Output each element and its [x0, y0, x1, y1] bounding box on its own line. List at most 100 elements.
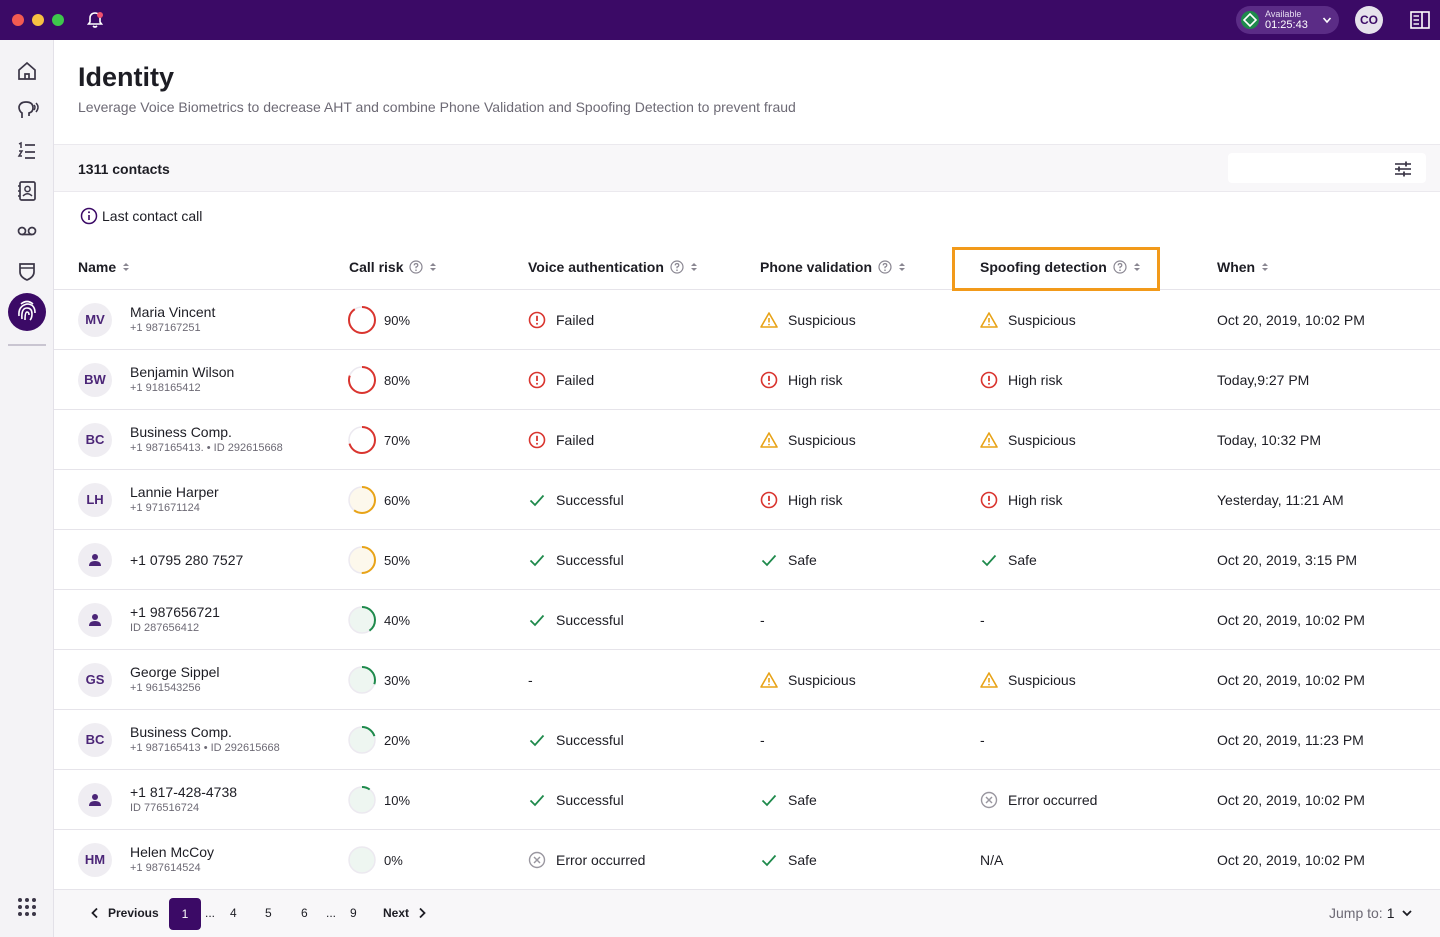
contact-name[interactable]: Business Comp.	[130, 424, 232, 440]
page-button-9[interactable]: 9	[350, 906, 357, 920]
contact-time: Oct 20, 2019, 3:15 PM	[1217, 552, 1358, 568]
shield-icon	[19, 263, 35, 281]
table-row[interactable]: HM Helen McCoy +1 987614524 0% Error occurre…	[54, 830, 1440, 890]
column-header-call-risk[interactable]: Call risk	[349, 259, 437, 275]
column-header-phone-validation[interactable]: Phone validation	[760, 259, 906, 275]
table-row[interactable]: MV Maria Vincent +1 987167251 90% Failed Susp…	[54, 290, 1440, 350]
table-row[interactable]: +1 0795 280 7527 50% Successful Safe Safe Oct…	[54, 530, 1440, 590]
table-row[interactable]: GS George Sippel +1 961543256 30% - Suspiciou…	[54, 650, 1440, 710]
help-icon[interactable]	[409, 260, 424, 274]
failed-icon	[528, 311, 546, 329]
column-header-name[interactable]: Name	[78, 259, 130, 275]
avatar: BC	[78, 723, 112, 757]
sidebar-item-home[interactable]	[12, 56, 42, 86]
call-risk-value: 40%	[384, 613, 411, 628]
status-text: High risk	[788, 372, 843, 388]
table-row[interactable]: +1 817-428-4738 ID 776516724 10% Successful…	[54, 770, 1440, 830]
sidebar-item-contacts[interactable]	[12, 176, 42, 206]
window-minimize-button[interactable]	[32, 14, 44, 26]
status-text: Error occurred	[556, 852, 646, 868]
call-risk-gauge	[348, 366, 376, 394]
contact-name[interactable]: Benjamin Wilson	[130, 364, 234, 380]
help-icon[interactable]	[878, 260, 892, 274]
contact-name[interactable]: +1 817-428-4738	[130, 784, 237, 800]
previous-label: Previous	[108, 906, 159, 920]
side-panel-icon[interactable]	[1410, 11, 1430, 29]
status-text: Failed	[556, 312, 595, 328]
table-row[interactable]: BW Benjamin Wilson +1 918165412 80% Failed Hi…	[54, 350, 1440, 410]
status-text: Successful	[556, 612, 624, 628]
high-risk-icon	[980, 491, 998, 509]
top-bar: Available 01:25:43 CO	[0, 0, 1440, 40]
check-icon	[760, 551, 778, 569]
user-avatar[interactable]: CO	[1355, 6, 1383, 34]
jump-to-select[interactable]: Jump to: 1	[1329, 905, 1413, 921]
contact-name[interactable]: Business Comp.	[130, 724, 232, 740]
avatar: BC	[78, 423, 112, 457]
window-maximize-button[interactable]	[52, 14, 64, 26]
notification-bell-icon[interactable]	[85, 10, 105, 30]
page-button-current[interactable]: 1	[169, 898, 201, 930]
warning-icon	[980, 311, 998, 329]
person-icon	[89, 554, 101, 566]
contact-name[interactable]: George Sippel	[130, 664, 220, 680]
table-row[interactable]: BC Business Comp. +1 987165413. • ID 29261…	[54, 410, 1440, 470]
failed-icon	[528, 371, 546, 389]
jump-label: Jump to:	[1329, 905, 1383, 921]
pagination-ellipsis: ...	[326, 906, 337, 920]
sidebar-divider	[8, 344, 46, 346]
check-icon	[980, 551, 998, 569]
status-text: Safe	[788, 852, 817, 868]
help-icon[interactable]	[670, 260, 684, 274]
contact-time: Oct 20, 2019, 10:02 PM	[1217, 672, 1365, 688]
contact-detail: +1 987165413. • ID 292615668	[130, 442, 283, 454]
previous-page-button[interactable]: Previous	[90, 906, 159, 920]
status-text: Safe	[788, 792, 817, 808]
status-label: Available	[1265, 9, 1302, 19]
sidebar-item-speech[interactable]	[12, 96, 42, 126]
contact-name[interactable]: Lannie Harper	[130, 484, 219, 500]
app-launcher-icon[interactable]	[17, 897, 37, 917]
window-close-button[interactable]	[12, 14, 24, 26]
contacts-count-bar: 1311 contacts	[54, 144, 1440, 192]
avatar: HM	[78, 843, 112, 877]
sort-icon	[899, 263, 906, 271]
availability-status-button[interactable]: Available 01:25:43	[1236, 6, 1339, 34]
table-row[interactable]: BC Business Comp. +1 987165413 • ID 292615…	[54, 710, 1440, 770]
status-text: Suspicious	[788, 432, 856, 448]
call-risk-value: 60%	[384, 493, 411, 508]
next-page-button[interactable]: Next	[383, 906, 427, 920]
filter-settings-icon[interactable]	[1394, 160, 1412, 178]
table-row[interactable]: +1 987656721 ID 287656412 40% Successful - - O…	[54, 590, 1440, 650]
status-text: Successful	[556, 552, 624, 568]
warning-icon	[980, 671, 998, 689]
contact-name[interactable]: Maria Vincent	[130, 304, 215, 320]
sort-icon	[1262, 263, 1269, 271]
contact-name[interactable]: Helen McCoy	[130, 844, 214, 860]
sidebar-item-voicemail[interactable]	[12, 216, 42, 246]
page-button-5[interactable]: 5	[265, 906, 272, 920]
chevron-right-icon	[419, 907, 426, 919]
sidebar-item-queue[interactable]	[12, 136, 42, 166]
sidebar-item-identity[interactable]	[8, 293, 46, 331]
main-content: Identity Leverage Voice Biometrics to de…	[54, 40, 1440, 937]
column-header-voice-authentication[interactable]: Voice authentication	[528, 259, 698, 275]
contact-detail: +1 961543256	[130, 682, 201, 694]
page-button-4[interactable]: 4	[230, 906, 237, 920]
contact-detail: ID 287656412	[130, 622, 200, 634]
check-icon	[528, 491, 546, 509]
page-subtitle: Leverage Voice Biometrics to decrease AH…	[78, 99, 796, 115]
contact-name[interactable]: +1 0795 280 7527	[130, 552, 243, 568]
sidebar-item-security[interactable]	[12, 256, 42, 286]
chevron-down-icon	[1401, 910, 1412, 917]
voicemail-icon	[17, 226, 37, 236]
contact-time: Oct 20, 2019, 10:02 PM	[1217, 852, 1365, 868]
contact-name[interactable]: +1 987656721	[130, 604, 220, 620]
status-text: Failed	[556, 372, 595, 388]
call-risk-value: 90%	[384, 313, 411, 328]
table-row[interactable]: LH Lannie Harper +1 971671124 60% Successful…	[54, 470, 1440, 530]
page-button-6[interactable]: 6	[301, 906, 308, 920]
call-risk-value: 0%	[384, 853, 403, 868]
column-header-when[interactable]: When	[1217, 259, 1269, 275]
fingerprint-icon	[18, 300, 36, 321]
